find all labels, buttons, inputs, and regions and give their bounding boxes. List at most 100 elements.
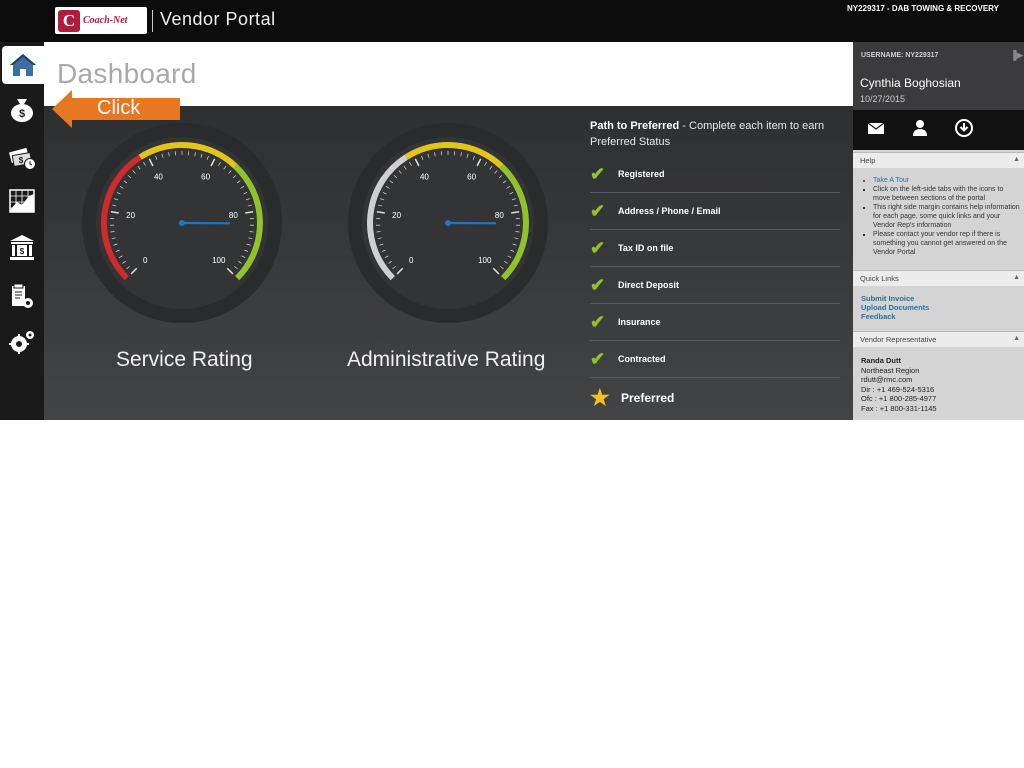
- rep-name: Randa Dutt: [861, 356, 901, 365]
- path-checklist: ✔ Registered ✔ Address / Phone / Email ✔ Ta…: [590, 156, 840, 418]
- gauge-tick-label: 80: [495, 211, 504, 220]
- svg-text:$: $: [20, 247, 25, 256]
- submit-invoice-link[interactable]: Submit Invoice: [861, 294, 929, 303]
- collapse-icon[interactable]: ▐▶: [1010, 50, 1023, 60]
- svg-text:$: $: [19, 108, 25, 120]
- download-button[interactable]: [943, 118, 985, 143]
- gauge-tick: [376, 231, 381, 233]
- gauge-tick-label: 100: [478, 256, 492, 265]
- rep-email[interactable]: rdutt@rmc.com: [861, 375, 937, 385]
- take-tour-link[interactable]: Take A Tour: [873, 176, 1020, 185]
- logo-mark: C: [58, 9, 80, 32]
- top-bar: C Coach-Net Vendor Portal NY229317 - DAB…: [0, 0, 1024, 42]
- vendor-rep-heading: Vendor Representative: [860, 335, 937, 344]
- user-name: Cynthia Boghosian: [860, 76, 961, 90]
- checkmark-icon: ✔: [590, 163, 606, 184]
- path-item-label: Registered: [618, 169, 665, 179]
- username-label: USERNAME: NY229317: [861, 52, 939, 59]
- logo-text: Coach-Net: [83, 15, 128, 26]
- path-to-preferred: Path to Preferred - Complete each item t…: [590, 118, 840, 418]
- gauge-tick-label: 40: [154, 173, 163, 182]
- home-icon: [10, 54, 36, 76]
- path-item-insurance: ✔ Insurance: [590, 304, 840, 341]
- path-item-tax-id: ✔ Tax ID on file: [590, 230, 840, 267]
- app-window: C Coach-Net Vendor Portal NY229317 - DAB…: [0, 0, 1024, 420]
- path-item-direct-deposit: ✔ Direct Deposit: [590, 267, 840, 304]
- path-item-label: Direct Deposit: [618, 280, 680, 290]
- left-nav: $ $ $: [0, 42, 44, 420]
- gauge-needle-hub: [179, 220, 185, 226]
- star-icon: ★: [590, 385, 610, 410]
- user-panel: USERNAME: NY229317 ▐▶ Cynthia Boghosian …: [853, 42, 1024, 110]
- gauge-tick-label: 40: [420, 173, 429, 182]
- quick-links: Submit Invoice Upload Documents Feedback: [861, 294, 929, 321]
- checkmark-icon: ✔: [590, 237, 606, 258]
- help-item: Click on the left-side tabs with the ico…: [873, 185, 1020, 203]
- gauge-tick-label: 0: [143, 256, 148, 265]
- checkmark-icon: ✔: [590, 274, 606, 295]
- path-intro: Path to Preferred - Complete each item t…: [590, 118, 840, 150]
- money-bag-icon: $: [11, 99, 33, 122]
- gauge-needle-hub: [445, 220, 451, 226]
- gauge-tick: [515, 231, 520, 233]
- user-date: 10/27/2015: [860, 94, 906, 104]
- service-rating-gauge: 0 20 40 60 80 100: [82, 123, 282, 323]
- right-sidebar: USERNAME: NY229317 ▐▶ Cynthia Boghosian …: [853, 42, 1024, 420]
- vendor-rep-info: Randa Dutt Northeast Region rdutt@rmc.co…: [861, 356, 937, 413]
- document-gear-icon: [12, 283, 33, 308]
- nav-home[interactable]: [2, 46, 44, 84]
- path-title: Path to Preferred: [590, 120, 680, 132]
- mail-button[interactable]: [855, 118, 897, 143]
- path-item-label: Tax ID on file: [618, 243, 674, 253]
- user-actions: [853, 110, 1024, 150]
- gauge-tick-label: 100: [212, 256, 226, 265]
- path-item-label: Contracted: [618, 354, 666, 364]
- checkmark-icon: ✔: [590, 311, 606, 332]
- app-title: Vendor Portal: [160, 9, 276, 29]
- gauge-tick-label: 60: [201, 173, 210, 182]
- upload-documents-link[interactable]: Upload Documents: [861, 303, 929, 312]
- download-icon: [955, 118, 973, 137]
- gauge-tick-label: 0: [409, 256, 414, 265]
- path-final-label: Preferred: [621, 391, 675, 405]
- vendor-rep-header[interactable]: Vendor Representative ▲: [853, 331, 1024, 347]
- help-section-header[interactable]: Help ▲: [853, 152, 1024, 168]
- bank-icon: $: [10, 235, 34, 260]
- nav-documents[interactable]: [0, 278, 44, 316]
- collapse-arrow-icon: ▲: [1013, 274, 1020, 281]
- gauge-tick: [249, 231, 254, 233]
- service-rating-label: Service Rating: [116, 348, 253, 371]
- nav-reports[interactable]: [0, 182, 44, 220]
- profile-button[interactable]: [899, 118, 941, 143]
- path-item-contracted: ✔ Contracted: [590, 341, 840, 378]
- rep-fax: Fax : +1 800-331-1145: [861, 403, 937, 413]
- feedback-link[interactable]: Feedback: [861, 312, 929, 321]
- help-item: This right side margin contains help inf…: [873, 203, 1020, 230]
- quick-links-header[interactable]: Quick Links ▲: [853, 270, 1024, 286]
- gauge-tick-label: 60: [467, 173, 476, 182]
- chart-icon: [9, 189, 35, 213]
- checkmark-icon: ✔: [590, 348, 606, 369]
- checkmark-icon: ✔: [590, 200, 606, 221]
- rep-dir-phone: Dir : +1 469-524-5316: [861, 384, 935, 394]
- coach-net-logo[interactable]: C Coach-Net: [55, 7, 147, 34]
- rep-region: Northeast Region: [861, 365, 920, 375]
- nav-settings[interactable]: [0, 323, 44, 361]
- path-item-registered: ✔ Registered: [590, 156, 840, 193]
- mail-icon: [867, 122, 885, 134]
- quick-links-heading: Quick Links: [860, 274, 899, 283]
- dashboard-body: 0 20 40 60 80 100 Service Rating 0 20 40 60 80 100…: [44, 106, 853, 420]
- administrative-rating-gauge: 0 20 40 60 80 100: [348, 123, 548, 323]
- gears-icon: [9, 331, 34, 354]
- svg-text:$: $: [19, 156, 24, 165]
- gauge-tick-label: 80: [229, 211, 238, 220]
- page-title: Dashboard: [57, 58, 197, 89]
- nav-bank[interactable]: $: [0, 229, 44, 267]
- nav-money[interactable]: $: [0, 90, 44, 128]
- collapse-arrow-icon: ▲: [1013, 156, 1020, 163]
- user-icon: [913, 119, 927, 136]
- account-id: NY229317 - DAB TOWING & RECOVERY: [846, 4, 999, 13]
- click-callout-label: Click: [97, 97, 141, 119]
- path-item-address: ✔ Address / Phone / Email: [590, 193, 840, 230]
- nav-payments[interactable]: $: [0, 138, 44, 176]
